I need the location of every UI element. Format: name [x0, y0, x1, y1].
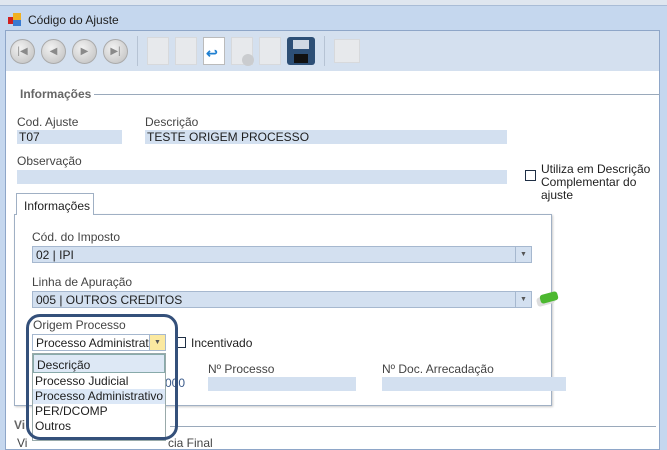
toolbar-separator [324, 36, 325, 66]
previous-icon[interactable]: ◀ [41, 38, 66, 64]
nprocesso-label: Nº Processo [208, 362, 275, 376]
toolbar: |◀ ◀ ▶ ▶| ↩ [6, 31, 659, 71]
undo-icon[interactable]: ↩ [203, 37, 225, 65]
ndoc-label: Nº Doc. Arrecadação [382, 362, 494, 376]
group-divider [94, 94, 660, 95]
tab-informacoes[interactable]: Informações [16, 193, 94, 215]
toolbar-separator [137, 36, 138, 66]
imposto-value: 02 | IPI [36, 247, 74, 262]
linha-label: Linha de Apuração [32, 275, 133, 289]
highlight-annotation [26, 314, 178, 440]
next-icon[interactable]: ▶ [72, 38, 97, 64]
window-title: Código do Ajuste [28, 13, 119, 27]
chevron-down-icon[interactable]: ▼ [515, 247, 531, 262]
linha-combo[interactable]: 005 | OUTROS CREDITOS ▼ [32, 291, 532, 308]
utiliza-checkbox[interactable] [525, 170, 536, 181]
redo-icon[interactable] [259, 37, 281, 65]
observacao-label: Observação [17, 154, 82, 168]
lock-icon[interactable] [334, 39, 360, 63]
first-icon[interactable]: |◀ [10, 38, 35, 64]
save-icon[interactable] [287, 37, 315, 65]
nprocesso-field[interactable] [208, 377, 356, 391]
ndoc-field[interactable] [382, 377, 566, 391]
app-icon [8, 13, 22, 27]
group-divider [170, 426, 656, 427]
linha-value: 005 | OUTROS CREDITOS [36, 292, 183, 307]
incentivado-label: Incentivado [191, 336, 253, 350]
delete-icon[interactable] [231, 37, 254, 66]
imposto-combo[interactable]: 02 | IPI ▼ [32, 246, 532, 263]
utiliza-label: Utiliza em Descrição Complementar do aju… [541, 163, 667, 202]
taskbar-strip [0, 0, 667, 6]
new-icon[interactable] [147, 37, 169, 65]
cod-ajuste-field[interactable]: T07 [17, 130, 122, 144]
chevron-down-icon[interactable]: ▼ [515, 292, 531, 307]
cod-ajuste-label: Cod. Ajuste [17, 115, 79, 129]
utiliza-label-line2: Complementar do ajuste [541, 175, 637, 202]
descricao-field[interactable]: TESTE ORIGEM PROCESSO [145, 130, 507, 144]
group-vigencia-label: Vi [14, 418, 26, 432]
descricao-label: Descrição [145, 115, 199, 129]
last-icon[interactable]: ▶| [103, 38, 128, 64]
observacao-field[interactable] [17, 170, 507, 184]
edit-icon[interactable] [175, 37, 197, 65]
vigencia-end-label: cia Final [168, 436, 213, 450]
group-informacoes-label: Informações [20, 87, 92, 101]
title-bar: Código do Ajuste [8, 10, 119, 30]
vigencia-start-label: Vi [17, 436, 28, 450]
imposto-label: Cód. do Imposto [32, 230, 121, 244]
